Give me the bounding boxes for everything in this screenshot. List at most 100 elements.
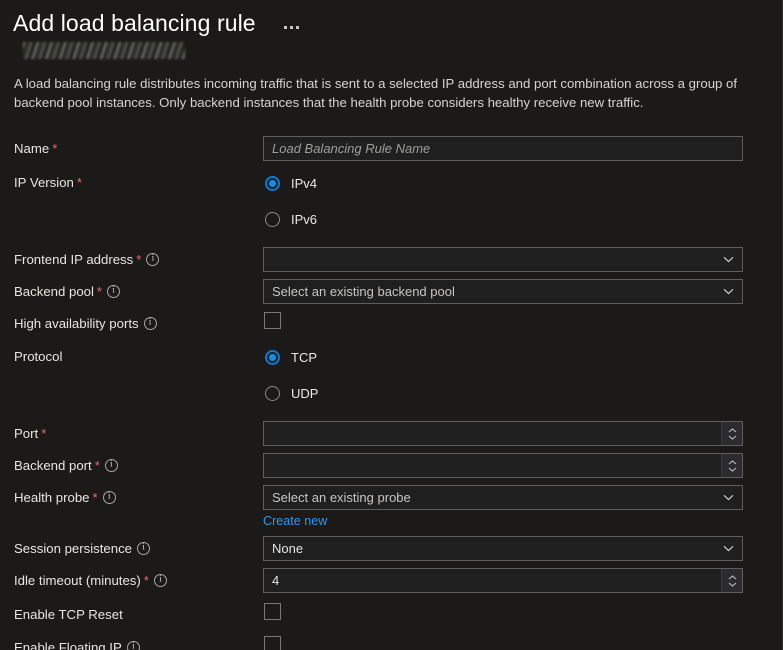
radio-label-udp: UDP <box>291 385 319 401</box>
required-asterisk: * <box>96 283 103 299</box>
required-asterisk: * <box>52 140 58 156</box>
label-backend-port: Backend port * i <box>14 453 263 475</box>
port-stepper[interactable] <box>721 422 742 445</box>
redacted-subtitle <box>23 42 185 59</box>
required-asterisk: * <box>136 251 142 267</box>
chevron-down-icon <box>723 492 734 503</box>
label-port: Port * <box>14 421 263 443</box>
control-name <box>263 136 782 161</box>
label-port-text: Port <box>14 426 39 441</box>
radio-ipv4[interactable]: IPv4 <box>263 172 782 194</box>
label-session-persistence: Session persistence i <box>14 536 263 558</box>
protocol-radio-group: TCP UDP <box>263 344 782 404</box>
radio-label-ipv6: IPv6 <box>291 211 318 227</box>
info-icon[interactable]: i <box>107 285 121 298</box>
info-icon[interactable]: i <box>102 491 116 504</box>
control-health-probe: Select an existing probe Create new <box>263 485 782 530</box>
field-row-frontend-ip-address: Frontend IP address * i <box>0 247 782 272</box>
session-persistence-value: None <box>272 541 304 556</box>
idle-timeout-input[interactable] <box>264 569 721 592</box>
control-high-availability-ports <box>263 311 782 329</box>
enable-floating-ip-checkbox[interactable] <box>264 636 281 650</box>
radio-label-ipv4: IPv4 <box>291 175 318 191</box>
field-row-protocol: Protocol TCP UDP <box>0 344 782 404</box>
field-row-enable-floating-ip: Enable Floating IP i <box>0 635 782 650</box>
ip-version-radio-group: IPv4 IPv6 <box>263 170 782 230</box>
create-new-probe-link[interactable]: Create new <box>263 514 327 528</box>
page-title: Add load balancing rule <box>13 10 256 36</box>
field-row-port: Port * <box>0 421 782 446</box>
label-backend-pool-text: Backend pool <box>14 284 94 299</box>
port-input[interactable] <box>264 422 721 445</box>
add-load-balancing-rule-blade: Add load balancing rule A load balancing… <box>0 0 783 650</box>
field-row-ip-version: IP Version * IPv4 IPv6 <box>0 170 782 230</box>
radio-mark-udp <box>265 385 280 401</box>
field-row-backend-pool: Backend pool * i Select an existing back… <box>0 279 782 304</box>
control-frontend-ip-address <box>263 247 782 272</box>
idle-timeout-number-field <box>263 568 743 593</box>
title-row: Add load balancing rule <box>13 8 782 38</box>
radio-mark-ipv6 <box>265 211 280 227</box>
required-asterisk: * <box>41 425 47 441</box>
field-row-idle-timeout: Idle timeout (minutes) * i <box>0 568 782 593</box>
field-row-session-persistence: Session persistence i None <box>0 536 782 561</box>
load-balancing-rule-form: Name * IP Version * IPv4 IPv6 <box>0 136 782 650</box>
field-row-enable-tcp-reset: Enable TCP Reset <box>0 602 782 624</box>
radio-ipv6[interactable]: IPv6 <box>263 208 782 230</box>
label-protocol-text: Protocol <box>14 349 63 364</box>
label-session-persistence-text: Session persistence <box>14 541 133 556</box>
high-availability-ports-checkbox[interactable] <box>264 312 281 329</box>
backend-pool-dropdown[interactable]: Select an existing backend pool <box>263 279 743 304</box>
backend-port-number-field <box>263 453 743 478</box>
ellipsis-dot <box>289 25 293 29</box>
ellipsis-dot <box>295 25 299 29</box>
control-port <box>263 421 782 446</box>
blade-header: Add load balancing rule <box>0 0 782 59</box>
info-icon[interactable]: i <box>126 641 140 650</box>
ellipsis-icon[interactable] <box>282 22 301 33</box>
idle-timeout-stepper[interactable] <box>721 569 742 592</box>
spinner-down-icon <box>728 467 736 472</box>
name-input[interactable] <box>263 136 743 161</box>
radio-udp[interactable]: UDP <box>263 382 782 404</box>
label-enable-tcp-reset: Enable TCP Reset <box>14 602 263 624</box>
label-idle-timeout-text: Idle timeout (minutes) <box>14 573 141 588</box>
spinner-up-icon <box>728 574 736 579</box>
port-number-field <box>263 421 743 446</box>
frontend-ip-address-dropdown[interactable] <box>263 247 743 272</box>
chevron-down-icon <box>723 286 734 297</box>
control-session-persistence: None <box>263 536 782 561</box>
label-high-availability-ports: High availability ports i <box>14 311 263 333</box>
spinner-up-icon <box>728 427 736 432</box>
radio-label-tcp: TCP <box>291 349 317 365</box>
info-icon[interactable]: i <box>104 459 118 472</box>
field-row-name: Name * <box>0 136 782 161</box>
info-icon[interactable]: i <box>146 253 160 266</box>
session-persistence-dropdown[interactable]: None <box>263 536 743 561</box>
label-ip-version-text: IP Version <box>14 175 74 190</box>
field-row-backend-port: Backend port * i <box>0 453 782 478</box>
info-icon[interactable]: i <box>143 317 157 330</box>
field-row-health-probe: Health probe * i Select an existing prob… <box>0 485 782 530</box>
label-enable-floating-ip-text: Enable Floating IP <box>14 640 122 650</box>
label-backend-pool: Backend pool * i <box>14 279 263 301</box>
health-probe-dropdown[interactable]: Select an existing probe <box>263 485 743 510</box>
health-probe-value: Select an existing probe <box>272 490 411 505</box>
radio-mark-tcp <box>265 349 280 365</box>
radio-mark-ipv4 <box>265 175 280 191</box>
label-name-text: Name <box>14 141 50 156</box>
label-backend-port-text: Backend port <box>14 458 92 473</box>
label-frontend-ip-address: Frontend IP address * i <box>14 247 263 269</box>
backend-port-input[interactable] <box>264 454 721 477</box>
enable-tcp-reset-checkbox[interactable] <box>264 603 281 620</box>
label-protocol: Protocol <box>14 344 263 366</box>
radio-tcp[interactable]: TCP <box>263 346 782 368</box>
control-backend-port <box>263 453 782 478</box>
backend-port-stepper[interactable] <box>721 454 742 477</box>
label-health-probe: Health probe * i <box>14 485 263 507</box>
control-backend-pool: Select an existing backend pool <box>263 279 782 304</box>
info-icon[interactable]: i <box>153 574 167 587</box>
info-icon[interactable]: i <box>137 542 151 555</box>
field-row-high-availability-ports: High availability ports i <box>0 311 782 333</box>
ellipsis-dot <box>283 25 287 29</box>
